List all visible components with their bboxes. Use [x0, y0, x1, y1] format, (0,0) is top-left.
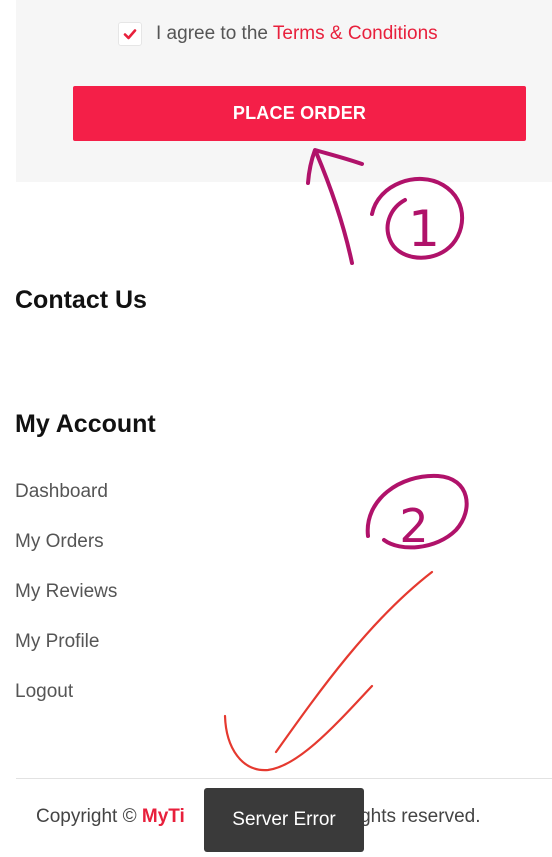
agree-prefix-text: I agree to the	[156, 23, 268, 44]
terms-agreement-row: I agree to the Terms & Conditions	[118, 22, 438, 46]
terms-agreement-label: I agree to the Terms & Conditions	[156, 23, 438, 45]
annotation-arrow-2	[223, 570, 434, 772]
account-link-item: Logout	[15, 680, 117, 730]
copyright-prefix: Copyright ©	[36, 806, 137, 827]
toast-message: Server Error	[232, 809, 336, 830]
annotation-circle-1	[370, 176, 465, 260]
account-link-item: My Profile	[15, 630, 117, 680]
contact-us-heading: Contact Us	[15, 286, 147, 314]
my-reviews-link[interactable]: My Reviews	[15, 581, 117, 602]
account-link-item: My Orders	[15, 530, 117, 580]
account-link-item: Dashboard	[15, 480, 117, 530]
terms-checkbox[interactable]	[118, 22, 142, 46]
my-profile-link[interactable]: My Profile	[15, 631, 99, 652]
terms-conditions-link[interactable]: Terms & Conditions	[273, 23, 438, 44]
checkout-panel: I agree to the Terms & Conditions PLACE …	[16, 0, 552, 182]
annotation-marker-2: 2	[365, 473, 469, 553]
dashboard-link[interactable]: Dashboard	[15, 481, 108, 502]
brand-link[interactable]: MyTi	[142, 806, 185, 827]
my-orders-link[interactable]: My Orders	[15, 531, 104, 552]
checkmark-icon	[123, 29, 137, 40]
annotation-marker-1: 1	[370, 176, 465, 260]
footer-divider	[16, 778, 552, 779]
place-order-button[interactable]: PLACE ORDER	[73, 86, 526, 141]
annotation-circle-2	[365, 473, 469, 550]
annotation-number-1: 1	[408, 200, 440, 258]
error-toast: Server Error	[204, 788, 364, 852]
account-link-item: My Reviews	[15, 580, 117, 630]
annotation-number-2: 2	[399, 499, 428, 553]
account-links-list: Dashboard My Orders My Reviews My Profil…	[15, 480, 117, 730]
my-account-heading: My Account	[15, 410, 156, 438]
logout-link[interactable]: Logout	[15, 681, 73, 702]
